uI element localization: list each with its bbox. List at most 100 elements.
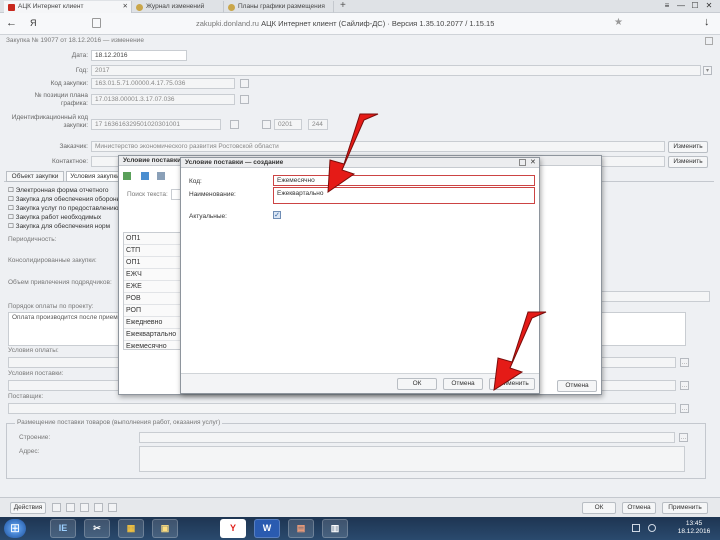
- checkbox-row[interactable]: ☐ Закупка для обеспечения норм: [8, 222, 121, 231]
- tab-conditions[interactable]: Условия закупки: [66, 171, 124, 182]
- dialog-close-icon[interactable]: ✕: [530, 158, 536, 166]
- bookmark-star-icon[interactable]: ★: [614, 17, 623, 28]
- form-maximize-icon[interactable]: [705, 37, 713, 45]
- list-item[interactable]: РОП: [124, 305, 180, 317]
- code-calendar-icon[interactable]: [240, 79, 249, 88]
- actions-button[interactable]: Действия: [10, 502, 46, 514]
- dialog-apply-button[interactable]: Применить: [489, 378, 535, 390]
- start-button[interactable]: ⊞: [4, 519, 26, 538]
- list-item[interactable]: Ежемесячно: [124, 341, 180, 353]
- home-icon[interactable]: Я: [30, 18, 37, 28]
- form-footer: Действия ОК Отмена Применить: [0, 497, 720, 517]
- year-input[interactable]: 2017: [91, 65, 701, 76]
- identifier-label: Идентификационный код закупки:: [11, 114, 88, 129]
- supplier-input[interactable]: [8, 403, 676, 414]
- order-label: Порядок оплаты по проекту:: [8, 303, 94, 310]
- windows-taskbar: ⊞ IE ✂ ▦ ▣ Y W ▤ ▥ 13:45 18.12.2016: [0, 517, 720, 540]
- browser-tab-acc[interactable]: АЦК Интернет клиент ✕: [4, 1, 132, 13]
- taskbar-ie-icon[interactable]: IE: [50, 519, 76, 538]
- identifier-extra-input-2[interactable]: 244: [308, 119, 328, 130]
- taskbar-snip-icon[interactable]: ✂: [84, 519, 110, 538]
- dialog-ok-button[interactable]: ОК: [397, 378, 437, 390]
- close-window-icon[interactable]: ✕: [702, 0, 716, 13]
- network-icon[interactable]: [632, 524, 640, 532]
- taskbar-app-icon[interactable]: ▥: [322, 519, 348, 538]
- toolbar-icon[interactable]: [108, 503, 117, 512]
- supplier-select-icon[interactable]: …: [680, 404, 689, 413]
- dialog-maximize-icon[interactable]: [519, 159, 526, 166]
- toolbar-icon[interactable]: [66, 503, 75, 512]
- address-input[interactable]: [139, 446, 685, 472]
- payment-select-icon[interactable]: …: [680, 358, 689, 367]
- list-item[interactable]: ОП1: [124, 257, 180, 269]
- code-input[interactable]: 163.01.5.71.00000.4.17.75.036: [91, 78, 235, 89]
- clock-time: 13:45: [685, 520, 703, 527]
- checkbox-row[interactable]: ☐ Электронная форма отчетного: [8, 186, 121, 195]
- street-select-icon[interactable]: …: [679, 433, 688, 442]
- taskbar-app-icon[interactable]: ▤: [288, 519, 314, 538]
- menu-icon[interactable]: ≡: [660, 0, 674, 13]
- customer-change-button[interactable]: Изменить: [668, 141, 708, 153]
- identifier-calendar-icon[interactable]: [230, 120, 239, 129]
- url-title[interactable]: АЦК Интернет клиент (Сайлиф-ДС) · Версия…: [261, 19, 494, 28]
- browser-tab-journal[interactable]: Журнал изменений: [132, 1, 224, 13]
- list-cancel-button[interactable]: Отмена: [557, 380, 597, 392]
- settings-icon[interactable]: [157, 172, 165, 180]
- code-input[interactable]: Ежемесячно: [273, 175, 535, 186]
- minimize-icon[interactable]: —: [674, 0, 688, 13]
- list-item[interactable]: СТП: [124, 245, 180, 257]
- actual-checkbox[interactable]: ✓: [273, 211, 281, 219]
- position-input[interactable]: 17.0138.00001.3.17.07.036: [91, 94, 235, 105]
- export-icon[interactable]: [141, 172, 149, 180]
- toolbar-icon[interactable]: [94, 503, 103, 512]
- taskbar-folder-icon[interactable]: ▣: [152, 519, 178, 538]
- url-domain[interactable]: zakupki.donland.ru: [196, 19, 259, 28]
- tab-object[interactable]: Объект закупки: [6, 171, 64, 182]
- toolbar-icon[interactable]: [52, 503, 61, 512]
- form-ok-button[interactable]: ОК: [582, 502, 616, 514]
- delivery-select-icon[interactable]: …: [680, 381, 689, 390]
- consolidated-label: Консолидированные закупки:: [8, 257, 97, 264]
- name-input[interactable]: Ежеквартально: [273, 187, 535, 204]
- download-icon[interactable]: ↓: [704, 16, 710, 28]
- clock-date: 18.12.2016: [677, 528, 711, 535]
- checkbox-row[interactable]: ☐ Закупка работ необходимых: [8, 213, 121, 222]
- checkbox-row[interactable]: ☐ Закупка для обеспечения обороны: [8, 195, 121, 204]
- list-item[interactable]: ОП1: [124, 233, 180, 245]
- toolbar-icon[interactable]: [80, 503, 89, 512]
- maximize-icon[interactable]: ☐: [688, 0, 702, 13]
- identifier-calendar-icon-2[interactable]: [262, 120, 271, 129]
- close-tab-icon[interactable]: ✕: [123, 2, 128, 10]
- taskbar-word-icon[interactable]: W: [254, 519, 280, 538]
- list-item[interactable]: ЕЖЧ: [124, 269, 180, 281]
- list-item[interactable]: ЕЖЕ: [124, 281, 180, 293]
- position-calendar-icon[interactable]: [240, 95, 249, 104]
- list-item[interactable]: Ежедневно: [124, 317, 180, 329]
- year-select-icon[interactable]: ▾: [703, 66, 712, 75]
- form-apply-button[interactable]: Применить: [662, 502, 708, 514]
- year-label: Год:: [75, 67, 88, 74]
- contact-change-button[interactable]: Изменить: [668, 156, 708, 168]
- refresh-icon[interactable]: [123, 172, 131, 180]
- checkbox-row[interactable]: ☐ Закупка услуг по предоставлению: [8, 204, 121, 213]
- customer-input[interactable]: Министерство экономического развития Рос…: [91, 141, 665, 152]
- new-tab-button[interactable]: +: [340, 0, 346, 11]
- supplier-label: Поставщик:: [8, 393, 44, 400]
- date-input[interactable]: 18.12.2016: [91, 50, 187, 61]
- browser-tab-plans[interactable]: Планы графики размещения: [224, 1, 334, 13]
- taskbar-explorer-icon[interactable]: ▦: [118, 519, 144, 538]
- form-cancel-button[interactable]: Отмена: [622, 502, 656, 514]
- create-dialog-title: Условие поставки — создание: [181, 158, 539, 168]
- volume-icon[interactable]: [648, 524, 656, 532]
- taskbar-yandex-icon[interactable]: Y: [220, 519, 246, 538]
- back-icon[interactable]: ←: [6, 17, 17, 29]
- dialog-cancel-button[interactable]: Отмена: [443, 378, 483, 390]
- identifier-extra-input[interactable]: 0201: [274, 119, 302, 130]
- position-label: № позиции плана графика:: [34, 92, 88, 107]
- identifier-input[interactable]: 17 163616329501020301001: [91, 119, 221, 130]
- tab-label: Планы графики размещения: [238, 3, 325, 10]
- list-item[interactable]: РОВ: [124, 293, 180, 305]
- street-input[interactable]: [139, 432, 675, 443]
- list-item[interactable]: Ежеквартально: [124, 329, 180, 341]
- clock[interactable]: 13:45 18.12.2016: [674, 520, 714, 536]
